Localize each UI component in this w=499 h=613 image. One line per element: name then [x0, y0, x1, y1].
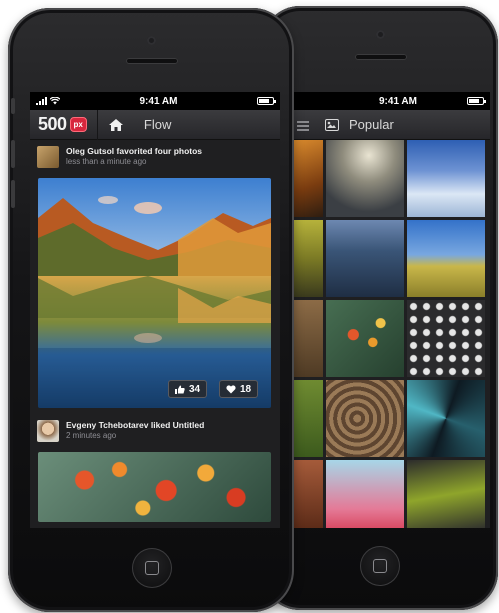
status-time: 9:41 AM	[139, 95, 178, 107]
mute-switch[interactable]	[11, 98, 15, 114]
like-count: 34	[189, 383, 201, 395]
front-camera	[147, 36, 156, 45]
status-bar: 9:41 AM	[30, 92, 280, 110]
avatar[interactable]	[37, 146, 59, 168]
signal-icon	[36, 97, 47, 105]
nav-divider	[96, 109, 98, 140]
front-camera	[376, 30, 385, 39]
volume-down-button[interactable]	[11, 180, 15, 208]
thumbs-up-icon	[175, 385, 185, 394]
popular-title: Popular	[349, 117, 394, 132]
battery-icon	[256, 97, 276, 105]
activity-text: Evgeny Tchebotarev liked Untitled 2 minu…	[66, 420, 204, 440]
feed-photo-landscape[interactable]: 34 18	[38, 178, 271, 408]
earpiece-speaker	[126, 58, 178, 64]
like-button[interactable]: 34	[168, 380, 208, 398]
photo-icon[interactable]	[325, 118, 339, 131]
grid-photo[interactable]	[326, 300, 404, 377]
grid-photo[interactable]	[407, 460, 485, 528]
list-icon[interactable]	[297, 119, 309, 131]
grid-photo[interactable]	[407, 220, 485, 297]
heart-icon	[226, 384, 236, 394]
grid-photo[interactable]	[293, 140, 323, 217]
front-screen: 9:41 AM 500 px Flow Oleg Gutsol favorite…	[30, 92, 280, 528]
grid-photo[interactable]	[293, 220, 323, 297]
battery-icon	[466, 97, 486, 105]
notification-badge[interactable]: px	[69, 117, 87, 132]
home-button-square-icon	[373, 559, 387, 573]
activity-author[interactable]: Oleg Gutsol	[66, 146, 114, 156]
activity-action: liked Untitled	[150, 420, 205, 430]
grid-photo[interactable]	[407, 300, 485, 377]
grid-photo[interactable]	[326, 380, 404, 457]
activity-item[interactable]: Oleg Gutsol favorited four photos less t…	[30, 140, 280, 178]
grid-photo[interactable]	[326, 140, 404, 217]
flow-title: Flow	[143, 117, 172, 132]
status-left	[36, 97, 60, 105]
home-button[interactable]	[132, 548, 172, 588]
home-button[interactable]	[360, 546, 400, 586]
activity-author[interactable]: Evgeny Tchebotarev	[66, 420, 149, 430]
app-logo: 500	[38, 114, 67, 134]
activity-item[interactable]: Evgeny Tchebotarev liked Untitled 2 minu…	[30, 414, 280, 452]
earpiece-speaker	[355, 54, 407, 60]
activity-time: less than a minute ago	[66, 157, 147, 166]
navigation-bar: Popular	[293, 110, 490, 140]
navigation-bar: 500 px Flow	[30, 109, 280, 140]
home-button-square-icon	[145, 561, 159, 575]
grid-photo[interactable]	[293, 300, 323, 377]
wifi-icon	[50, 97, 60, 105]
berries-photo	[38, 452, 271, 522]
grid-photo[interactable]	[326, 460, 404, 528]
grid-photo[interactable]	[407, 140, 485, 217]
activity-text: Oleg Gutsol favorited four photos less t…	[66, 146, 202, 166]
grid-photo[interactable]	[326, 220, 404, 297]
mountain-lake-photo	[38, 178, 271, 408]
back-screen: 9:41 AM Popular	[293, 92, 490, 528]
status-time: 9:41 AM	[379, 95, 417, 107]
feed-photo-berries[interactable]	[38, 452, 271, 522]
home-icon[interactable]	[108, 118, 124, 132]
status-bar: 9:41 AM	[293, 92, 490, 110]
volume-up-button[interactable]	[11, 140, 15, 168]
favorite-count: 18	[240, 383, 252, 395]
grid-photo[interactable]	[293, 460, 323, 528]
grid-photo[interactable]	[407, 380, 485, 457]
avatar[interactable]	[37, 420, 59, 442]
grid-photo[interactable]	[293, 380, 323, 457]
activity-time: 2 minutes ago	[66, 431, 117, 440]
favorite-button[interactable]: 18	[219, 380, 259, 398]
activity-action: favorited four photos	[116, 146, 203, 156]
